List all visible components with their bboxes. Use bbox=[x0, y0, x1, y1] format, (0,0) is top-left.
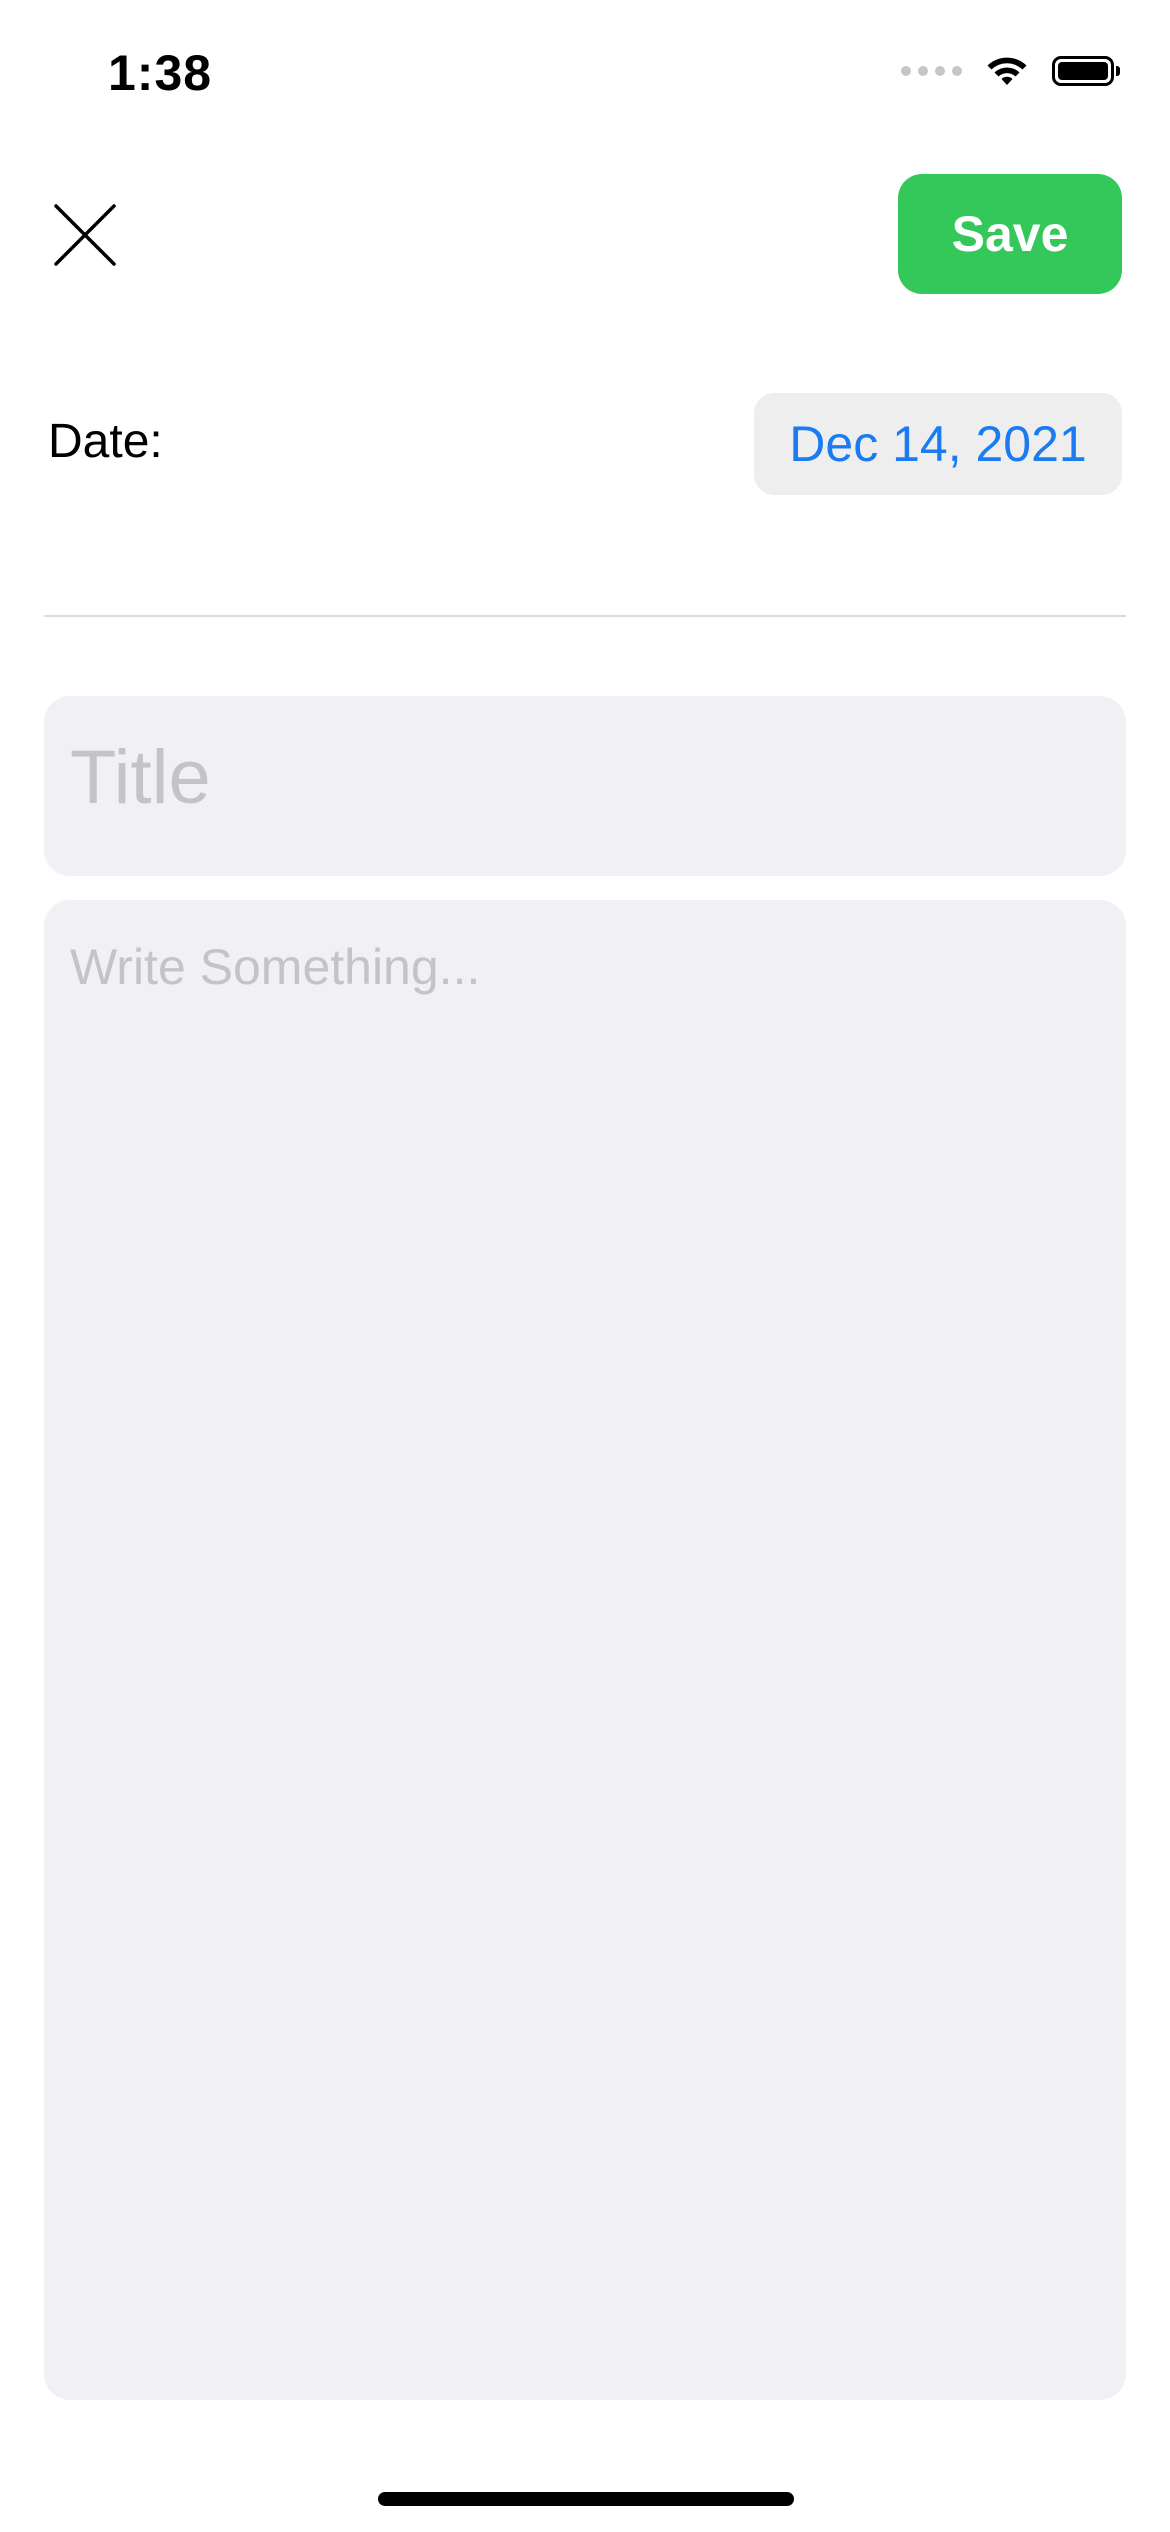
status-icons bbox=[901, 54, 1120, 88]
save-button[interactable]: Save bbox=[898, 174, 1122, 294]
date-label: Date: bbox=[48, 415, 163, 468]
wifi-icon bbox=[987, 57, 1027, 85]
status-bar: 1:38 bbox=[0, 0, 1170, 140]
body-text-area[interactable]: Write Something... bbox=[44, 900, 1126, 2400]
status-time: 1:38 bbox=[108, 45, 213, 101]
date-picker-button[interactable]: Dec 14, 2021 bbox=[754, 393, 1122, 495]
divider bbox=[44, 615, 1126, 617]
title-input[interactable]: Title bbox=[44, 696, 1126, 876]
new-entry-screen: 1:38 Save Date: Dec 14, 2021 Title Write… bbox=[0, 0, 1170, 2532]
close-button[interactable] bbox=[50, 200, 120, 270]
home-indicator bbox=[378, 2492, 794, 2506]
cellular-signal-icon bbox=[901, 66, 962, 76]
close-icon bbox=[54, 204, 116, 266]
battery-icon bbox=[1052, 56, 1120, 86]
